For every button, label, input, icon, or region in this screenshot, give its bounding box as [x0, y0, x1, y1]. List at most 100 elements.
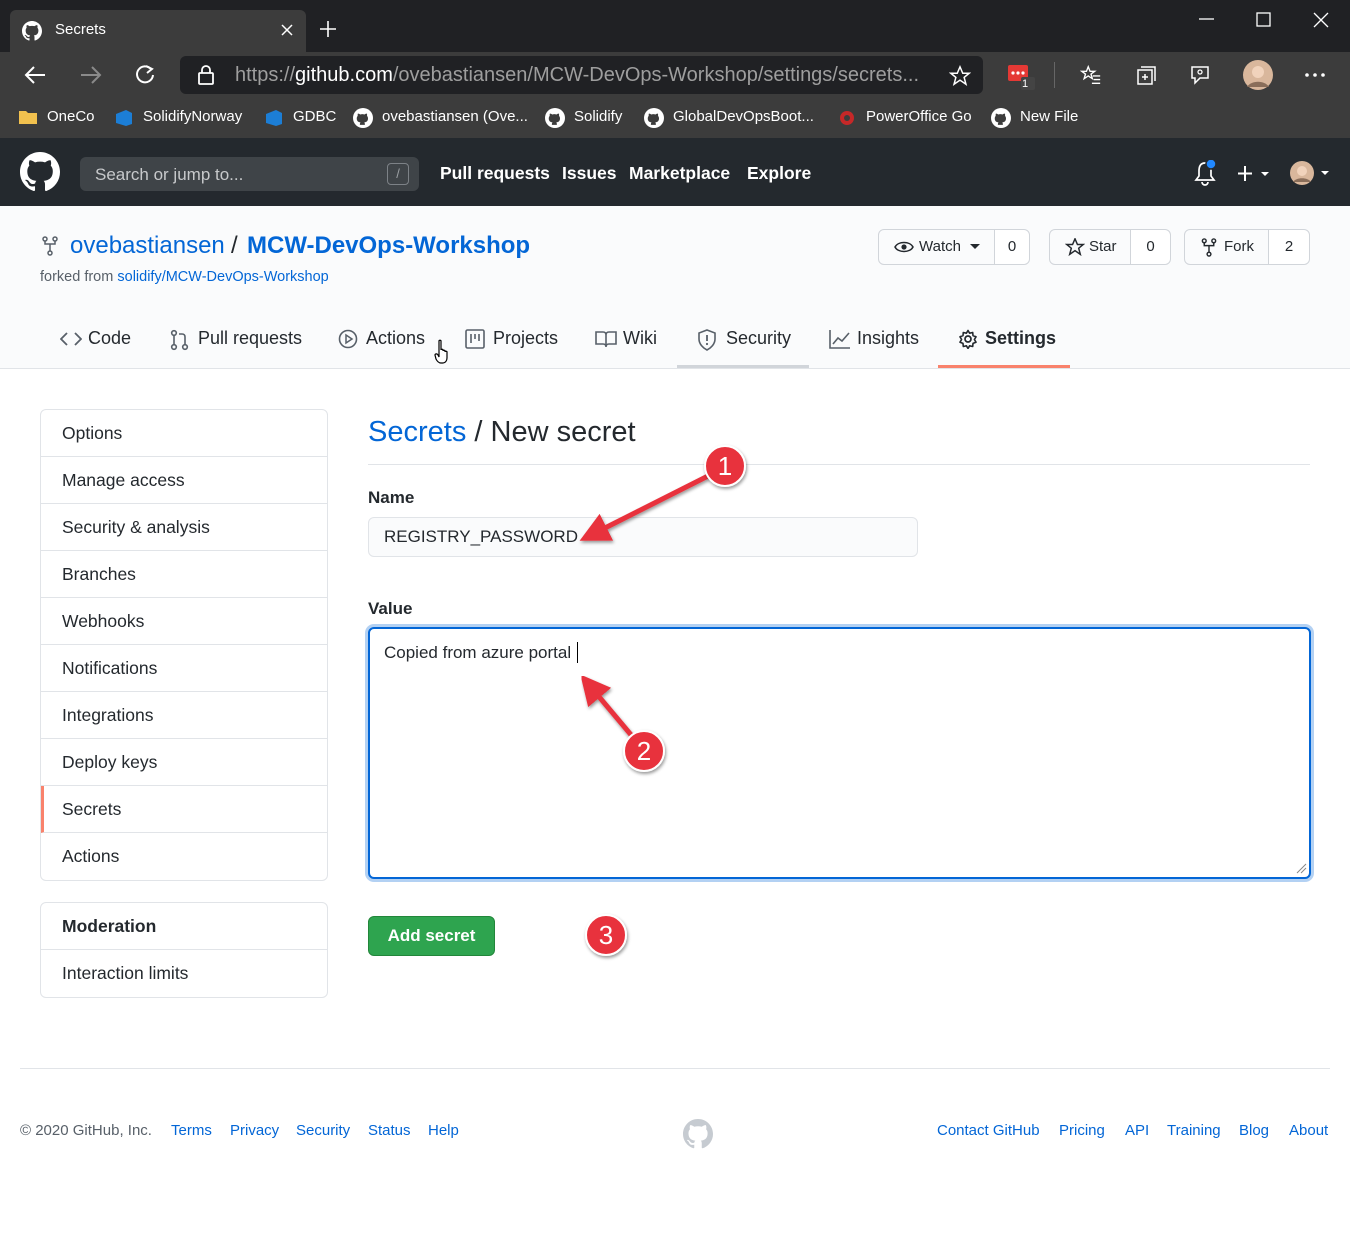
tab-insights[interactable]: Insights [829, 328, 919, 349]
hand-pointer-cursor-icon [434, 339, 452, 367]
nav-issues[interactable]: Issues [562, 163, 616, 184]
tab-settings[interactable]: Settings [958, 328, 1056, 349]
lock-icon[interactable] [198, 65, 214, 85]
annotation-arrow-3: 3 [485, 914, 627, 956]
breadcrumb-secrets-link[interactable]: Secrets [368, 416, 466, 448]
url-text[interactable]: https://github.com/ovebastiansen/MCW-Dev… [235, 64, 935, 87]
bookmark-poweroffice-go[interactable]: PowerOffice Go [837, 108, 972, 125]
star-count[interactable]: 0 [1130, 230, 1170, 264]
profile-avatar[interactable] [1243, 60, 1273, 90]
nav-pull-requests[interactable]: Pull requests [440, 163, 550, 184]
bookmark-gdbc[interactable]: GDBC [264, 108, 336, 128]
security-tab-underline [677, 365, 809, 368]
footer-link-status[interactable]: Status [368, 1122, 411, 1139]
github-logo-icon[interactable] [20, 152, 60, 192]
more-options-icon[interactable] [1304, 72, 1326, 78]
eye-icon [894, 239, 914, 255]
footer-link-about[interactable]: About [1289, 1122, 1328, 1139]
tab-wiki[interactable]: Wiki [595, 328, 657, 349]
footer-link-contact-github[interactable]: Contact GitHub [937, 1122, 1040, 1139]
pull-request-icon [170, 329, 190, 351]
title-divider [368, 464, 1310, 465]
github-footer-logo-icon[interactable] [683, 1119, 713, 1149]
secret-name-input[interactable] [368, 517, 918, 557]
azure-devops-icon [264, 108, 284, 128]
resize-handle-icon[interactable] [1295, 862, 1307, 874]
feedback-icon[interactable] [1189, 64, 1211, 86]
sidebar-item-integrations[interactable]: Integrations [41, 692, 327, 739]
sidebar-item-notifications[interactable]: Notifications [41, 645, 327, 692]
close-window-icon[interactable] [1313, 12, 1329, 28]
sidebar-item-branches[interactable]: Branches [41, 551, 327, 598]
forked-from-label: forked from [40, 269, 114, 285]
fork-button[interactable]: Fork 2 [1184, 229, 1310, 265]
minimize-window-icon[interactable] [1198, 18, 1216, 22]
collections-icon[interactable] [1135, 64, 1157, 86]
bookmark-ovebastiansen[interactable]: ovebastiansen (Ove... [353, 108, 528, 128]
footer-link-pricing[interactable]: Pricing [1059, 1122, 1105, 1139]
bookmark-globaldevopsboot[interactable]: GlobalDevOpsBoot... [644, 108, 814, 128]
maximize-window-icon[interactable] [1256, 12, 1272, 28]
sidebar-item-interaction-limits[interactable]: Interaction limits [41, 950, 327, 997]
back-icon[interactable] [24, 65, 46, 85]
tab-label: Projects [493, 328, 559, 348]
sidebar-item-deploy-keys[interactable]: Deploy keys [41, 739, 327, 786]
watch-count[interactable]: 0 [994, 230, 1029, 264]
search-input[interactable]: Search or jump to... / [80, 157, 419, 191]
tab-pull-requests[interactable]: Pull requests [170, 328, 302, 351]
toolbar-divider [1054, 62, 1055, 88]
browser-toolbar: https://github.com/ovebastiansen/MCW-Dev… [0, 52, 1350, 98]
tab-label: Actions [366, 328, 426, 348]
new-tab-icon[interactable] [318, 19, 338, 39]
browser-tab[interactable]: Secrets [10, 10, 306, 52]
footer-link-security[interactable]: Security [296, 1122, 350, 1139]
tab-actions[interactable]: Actions [338, 328, 425, 349]
tab-security[interactable]: Security [697, 328, 791, 351]
bookmark-solidifynorway[interactable]: SolidifyNorway [114, 108, 242, 128]
close-tab-icon[interactable] [280, 23, 294, 37]
user-avatar-menu[interactable] [1290, 160, 1332, 186]
bookmark-oneco[interactable]: OneCo [18, 108, 95, 125]
sidebar-item-security-analysis[interactable]: Security & analysis [41, 504, 327, 551]
footer-link-api[interactable]: API [1125, 1122, 1149, 1139]
forward-icon[interactable] [80, 65, 102, 85]
nav-explore[interactable]: Explore [747, 163, 811, 184]
footer-link-terms[interactable]: Terms [171, 1122, 212, 1139]
sidebar-item-manage-access[interactable]: Manage access [41, 457, 327, 504]
footer-link-blog[interactable]: Blog [1239, 1122, 1269, 1139]
footer-link-privacy[interactable]: Privacy [230, 1122, 279, 1139]
fork-count[interactable]: 2 [1268, 230, 1309, 264]
moderation-sidebar: Moderation Interaction limits [40, 902, 328, 998]
bookmark-new-file[interactable]: New File [991, 108, 1078, 128]
refresh-icon[interactable] [134, 64, 156, 86]
create-new-plus-icon[interactable] [1237, 165, 1271, 183]
code-icon [60, 329, 82, 349]
footer-link-help[interactable]: Help [428, 1122, 459, 1139]
azure-devops-icon [114, 108, 134, 128]
address-bar[interactable]: https://github.com/ovebastiansen/MCW-Dev… [180, 56, 983, 94]
tab-projects[interactable]: Projects [465, 328, 558, 349]
text-caret [577, 642, 578, 663]
sidebar-item-actions[interactable]: Actions [41, 833, 327, 880]
tab-code[interactable]: Code [60, 328, 131, 349]
forked-from-line: forked from solidify/MCW-DevOps-Workshop [40, 269, 329, 285]
folder-icon [18, 108, 38, 126]
notifications-bell-icon[interactable] [1194, 160, 1218, 186]
star-button[interactable]: Star 0 [1049, 229, 1171, 265]
nav-marketplace[interactable]: Marketplace [629, 163, 730, 184]
sidebar-item-webhooks[interactable]: Webhooks [41, 598, 327, 645]
add-secret-button[interactable]: Add secret [368, 916, 495, 956]
favorite-star-icon[interactable] [949, 65, 971, 87]
forked-from-link[interactable]: solidify/MCW-DevOps-Workshop [117, 269, 328, 285]
browser-tab-strip: Secrets [0, 0, 1350, 52]
repo-owner-link[interactable]: ovebastiansen [70, 232, 225, 260]
repo-name-link[interactable]: MCW-DevOps-Workshop [247, 232, 530, 260]
watch-label: Watch [919, 238, 961, 255]
favorites-icon[interactable] [1080, 64, 1102, 86]
secret-value-textarea[interactable]: Copied from azure portal [368, 627, 1311, 879]
footer-link-training[interactable]: Training [1167, 1122, 1221, 1139]
sidebar-item-secrets[interactable]: Secrets [41, 786, 327, 833]
bookmark-solidify[interactable]: Solidify [545, 108, 622, 128]
watch-button[interactable]: Watch 0 [878, 229, 1030, 265]
sidebar-item-options[interactable]: Options [41, 410, 327, 457]
